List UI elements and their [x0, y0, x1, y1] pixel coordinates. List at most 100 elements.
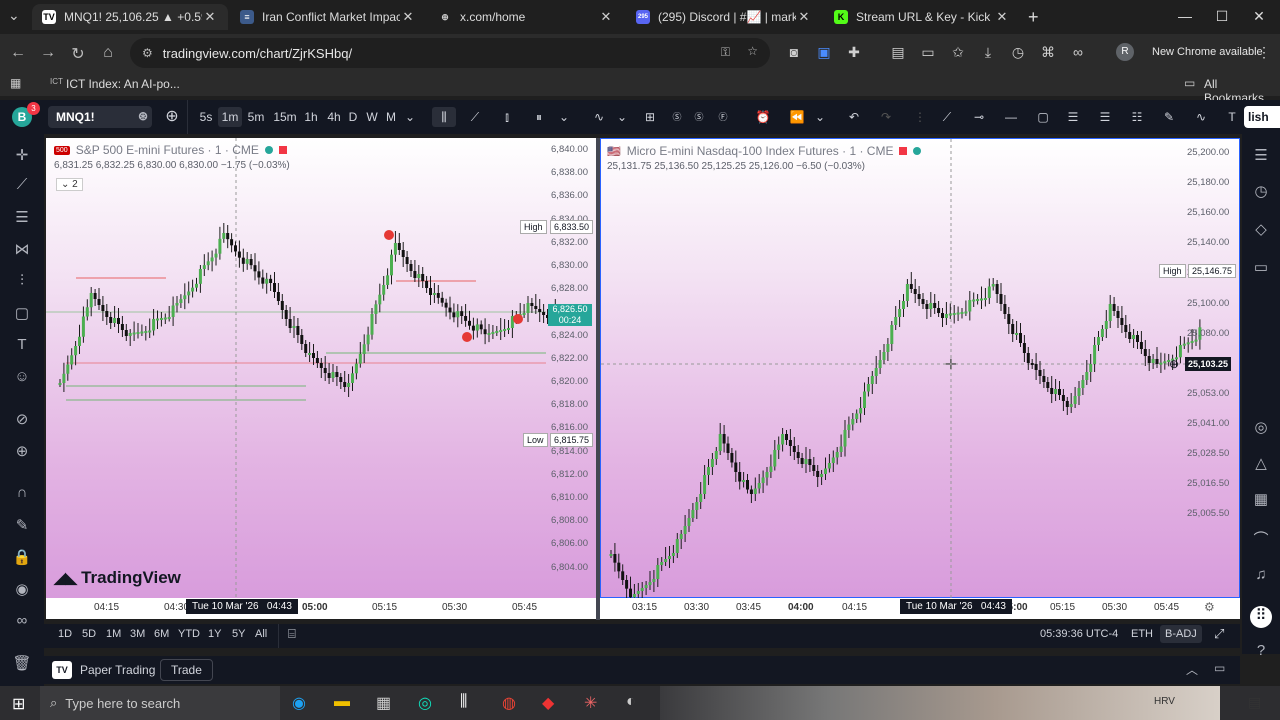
line-chart-icon[interactable]: ⟋ — [464, 107, 486, 127]
path-icon[interactable]: ∿ — [1190, 107, 1212, 127]
calendar-icon[interactable]: ▦ — [1250, 490, 1272, 512]
compare-icon[interactable]: ⊛ — [138, 109, 148, 123]
mnq-chart-pane[interactable]: 🇺🇸 Micro E-mini Nasdaq-100 Index Futures… — [600, 138, 1241, 599]
indicators-collapse[interactable]: ⌄ 2 — [56, 178, 83, 191]
axis-settings-icon[interactable]: ⚙ — [1204, 600, 1215, 614]
interval-5m[interactable]: 5m — [245, 107, 267, 127]
session-eth[interactable]: ETH — [1131, 628, 1153, 640]
magnet-icon[interactable]: ∩ — [10, 484, 34, 506]
tab-tradingview[interactable]: TV MNQ1! 25,106.25 ▲ +0.59% da ✕ — [32, 4, 228, 30]
chevron-down-icon[interactable]: ⌄ — [402, 107, 418, 127]
rectangle-icon[interactable]: ▢ — [1032, 107, 1054, 127]
close-tab-icon[interactable]: ✕ — [598, 9, 614, 25]
mnq-chart-canvas[interactable] — [601, 139, 1241, 599]
b-adj-toggle[interactable]: B-ADJ — [1160, 625, 1202, 643]
strategy-s-icon[interactable]: Ⓢ — [668, 107, 686, 127]
emoji-icon[interactable]: ☺ — [10, 368, 34, 390]
range-1d[interactable]: 1D — [58, 628, 72, 640]
horizontal-ray-icon[interactable]: ⊸ — [968, 107, 990, 127]
replay-icon[interactable]: ⏪ — [786, 107, 808, 127]
chrome-update-notice[interactable]: New Chrome available — [1152, 46, 1263, 58]
bookmark-ict-index[interactable]: ICT Index: An AI-po... — [66, 77, 180, 91]
interval-1m[interactable]: 1m — [218, 107, 242, 127]
clock[interactable]: 05:39:36 UTC-4 — [1040, 628, 1118, 640]
watchlist-icon[interactable]: ☰ — [1250, 146, 1272, 168]
paper-trading-label[interactable]: Paper Trading — [80, 663, 155, 677]
translate-page-icon[interactable]: ⌘ — [1038, 44, 1058, 61]
reload-icon[interactable]: ↻ — [68, 44, 88, 64]
history-icon[interactable]: ◷ — [1008, 44, 1028, 61]
candles-icon[interactable]: ⫼ — [432, 107, 456, 127]
interval-m[interactable]: M — [384, 107, 398, 127]
es-title[interactable]: S&P 500 E-mini Futures · 1 · CME — [76, 143, 259, 157]
publish-button[interactable]: lish — [1244, 106, 1280, 128]
add-symbol-icon[interactable]: ⊕ — [162, 107, 182, 127]
pitchfork-icon[interactable]: ☷ — [1126, 107, 1148, 127]
chevron-down-icon[interactable]: ⌄ — [812, 107, 828, 127]
es-chart-canvas[interactable] — [46, 138, 596, 598]
cast-icon[interactable]: ▤ — [888, 44, 908, 61]
extensions-icon[interactable]: ✚ — [844, 44, 864, 61]
interval-4h[interactable]: 4h — [324, 107, 344, 127]
chrome-icon[interactable]: ◍ — [502, 693, 516, 713]
site-info-icon[interactable]: ⚙ — [142, 46, 153, 60]
bookmark-star-icon[interactable]: ☆ — [747, 44, 758, 58]
app-icon[interactable]: ◎ — [418, 693, 432, 713]
translate-icon[interactable]: ▣ — [814, 44, 834, 61]
home-icon[interactable]: ⌂ — [98, 44, 118, 62]
pattern-tool-icon[interactable]: ⋈ — [10, 240, 34, 262]
omnibox[interactable]: ⚙ tradingview.com/chart/ZjrKSHbq/ ⚿ ☆ — [130, 38, 770, 68]
alert-icon[interactable]: ⏰ — [752, 107, 774, 127]
close-tab-icon[interactable]: ✕ — [202, 9, 218, 25]
bars-icon[interactable]: ⫾ — [496, 107, 518, 127]
tab-x-home[interactable]: ⊕ x.com/home ✕ — [428, 4, 624, 30]
pyramid-icon[interactable]: △ — [1250, 454, 1272, 476]
layers-icon[interactable]: ◇ — [1250, 220, 1272, 242]
favorites-icon[interactable]: ✩ — [948, 44, 968, 61]
range-ytd[interactable]: YTD — [178, 628, 200, 640]
shape-tool-icon[interactable]: ▢ — [10, 304, 34, 326]
layout-icon[interactable]: ⊞ — [640, 107, 660, 127]
ruler-icon[interactable]: ⊘ — [10, 410, 34, 432]
range-5y[interactable]: 5Y — [232, 628, 245, 640]
stream-icon[interactable]: ⌒ — [1250, 528, 1272, 550]
text-icon[interactable]: T — [10, 336, 34, 358]
app-icon[interactable]: ▦ — [376, 693, 391, 713]
help-icon[interactable]: ? — [1250, 642, 1272, 664]
profile-avatar[interactable]: R — [1116, 43, 1134, 61]
collapse-panel-icon[interactable]: ︿ — [1186, 661, 1198, 678]
interval-w[interactable]: W — [364, 107, 380, 127]
tab-search-icon[interactable]: ⌄ — [8, 7, 20, 24]
symbol-search[interactable]: MNQ1! ⊛ — [48, 106, 152, 128]
wallet-icon[interactable]: ▭ — [918, 44, 938, 61]
trash-icon[interactable]: 🗑 — [10, 654, 34, 676]
trend-line-tool-icon[interactable]: ⟋ — [10, 176, 34, 198]
obs-icon[interactable]: ◐ — [626, 693, 636, 711]
explorer-folder-icon[interactable]: ▬ — [334, 693, 350, 711]
financials-f-icon[interactable]: Ⓕ — [714, 107, 732, 127]
es-legend[interactable]: 500 S&P 500 E-mini Futures · 1 · CME — [54, 143, 287, 157]
app-icon[interactable]: ⫼ — [460, 693, 467, 711]
windows-start-icon[interactable]: ⊞ — [12, 694, 25, 714]
horizontal-line-icon[interactable]: — — [1000, 107, 1022, 127]
fib-tool-icon[interactable]: ☰ — [10, 208, 34, 230]
notification-center-icon[interactable]: ▤ — [1248, 694, 1261, 711]
range-5d[interactable]: 5D — [82, 628, 96, 640]
edge-icon[interactable]: ◉ — [292, 693, 306, 713]
lock-icon[interactable]: 🔒 — [10, 548, 34, 570]
drag-handle-icon[interactable]: ⋮ — [912, 107, 928, 127]
alerts-clock-icon[interactable]: ◷ — [1250, 182, 1272, 204]
app-icon[interactable]: ✳ — [584, 693, 597, 713]
undo-icon[interactable]: ↶ — [844, 107, 864, 127]
chevron-down-icon[interactable]: ⌄ — [614, 107, 630, 127]
close-tab-icon[interactable]: ✕ — [994, 9, 1010, 25]
range-3m[interactable]: 3M — [130, 628, 145, 640]
crosshair-icon[interactable]: ✛ — [10, 146, 34, 168]
es-price-axis[interactable]: 6,840.006,838.006,836.006,834.006,832.00… — [546, 138, 594, 598]
tab-discord[interactable]: 295 (295) Discord | #📈 | market-talk ✕ — [626, 4, 822, 30]
strategy-s2-icon[interactable]: Ⓢ — [690, 107, 708, 127]
url-text[interactable]: tradingview.com/chart/ZjrKSHbq/ — [163, 46, 352, 61]
stay-drawing-icon[interactable]: ✎ — [10, 516, 34, 538]
minimize-icon[interactable]: — — [1170, 8, 1200, 24]
link-drawings-icon[interactable]: ∞ — [10, 612, 34, 634]
